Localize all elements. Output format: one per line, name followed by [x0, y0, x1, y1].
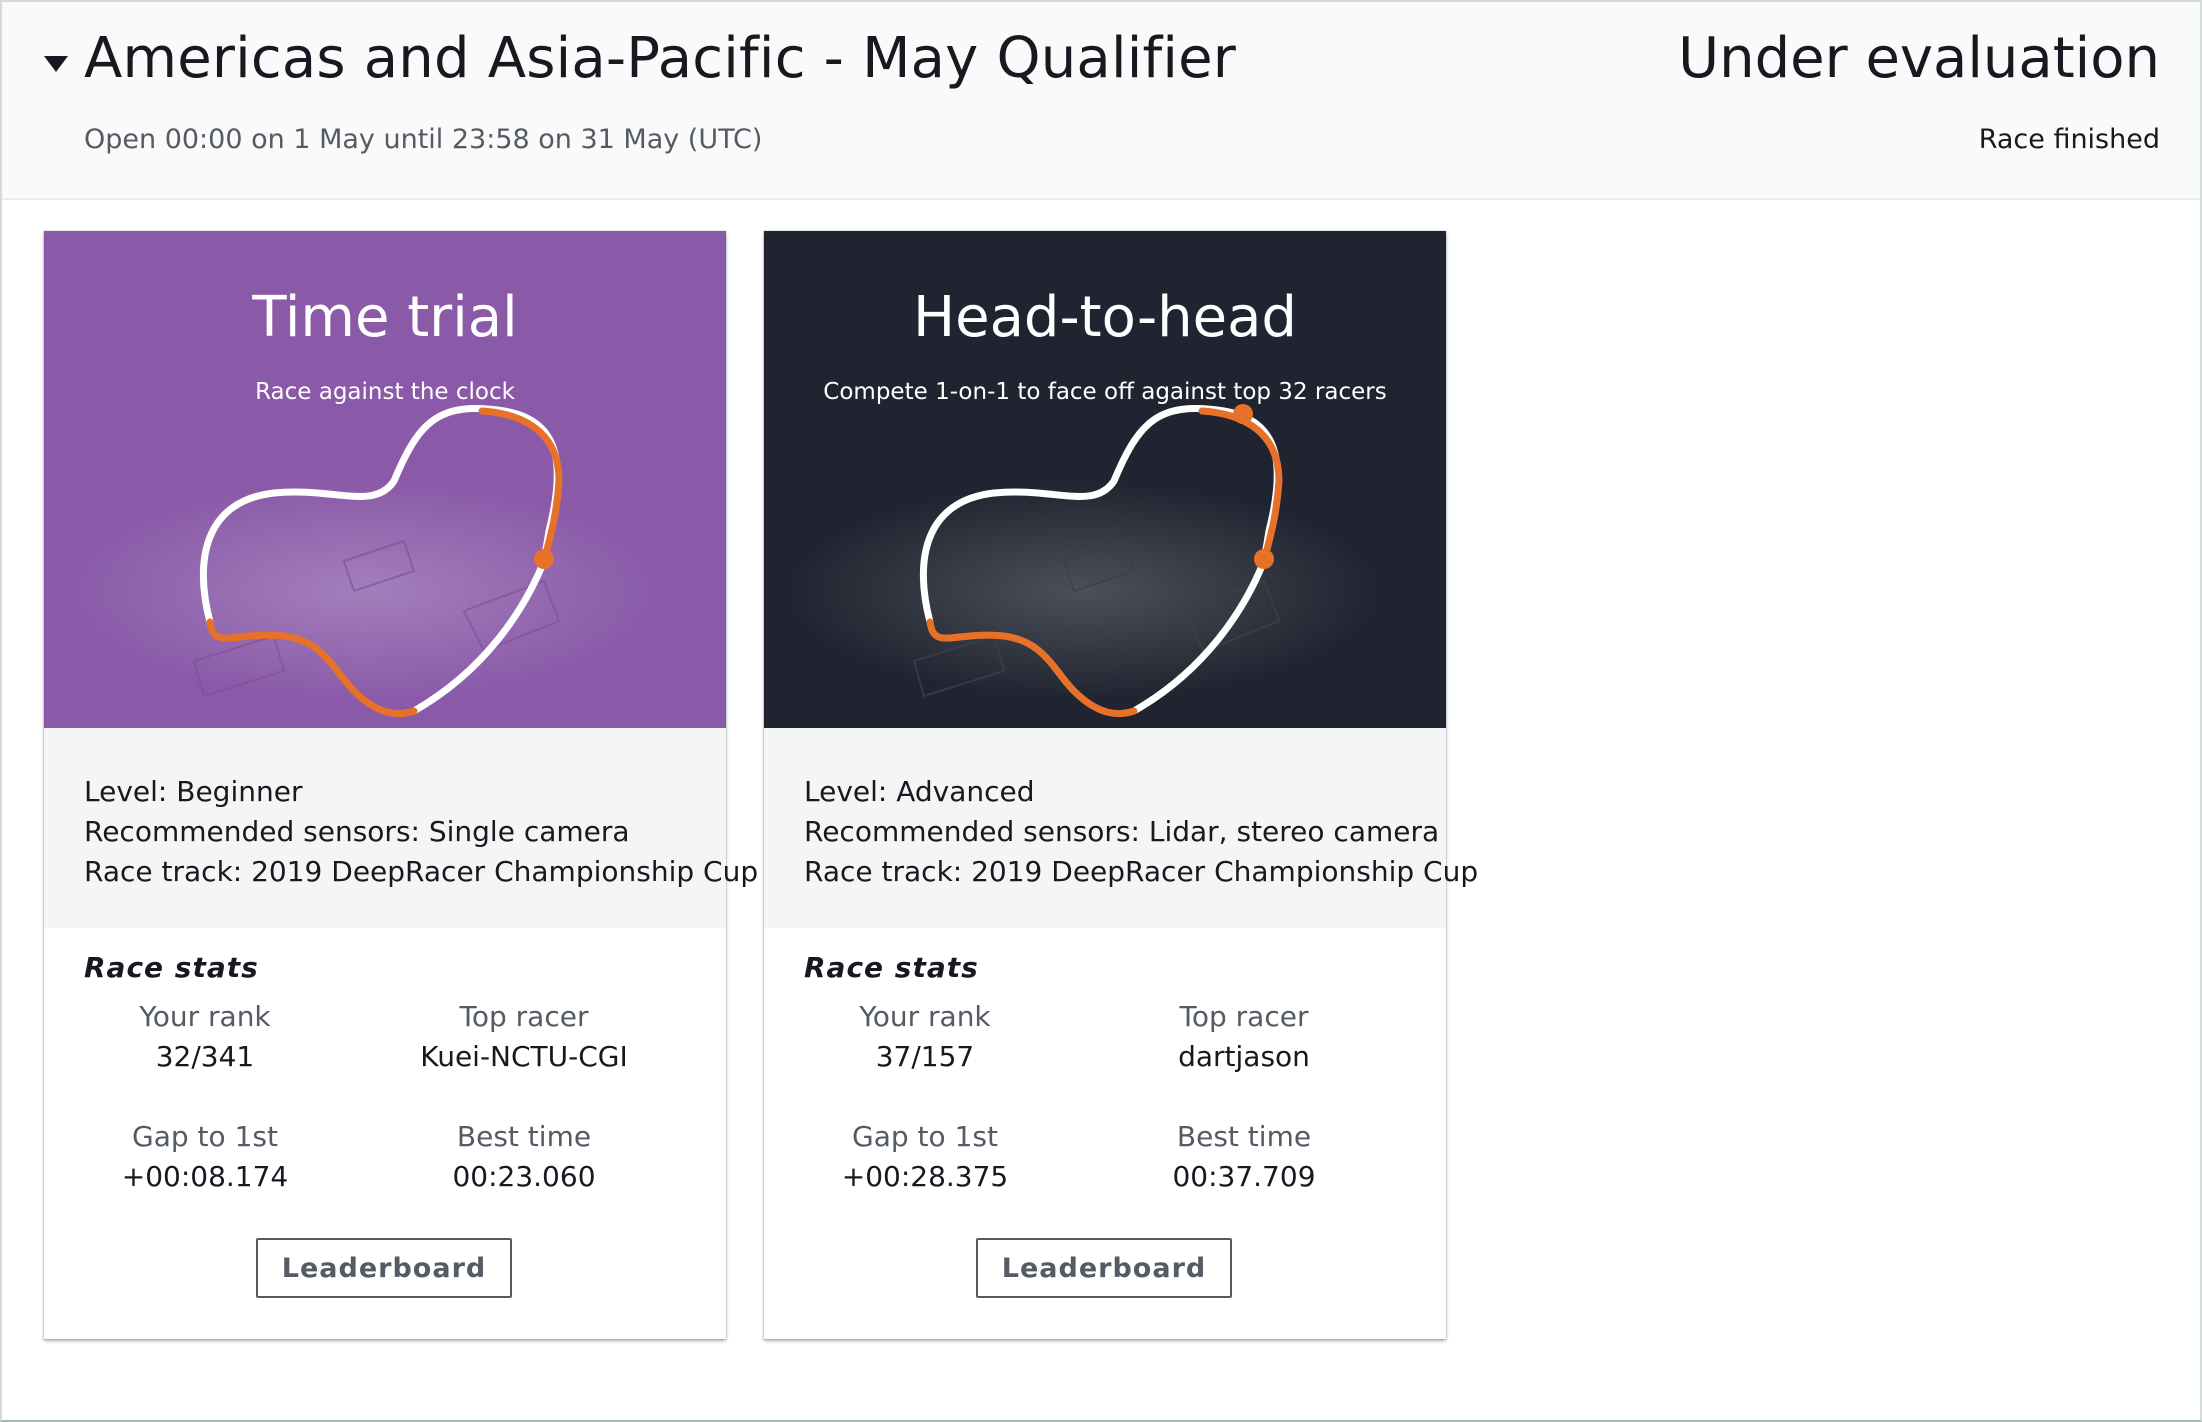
card-title: Head-to-head	[913, 285, 1297, 350]
stat-value: dartjason	[1178, 1040, 1310, 1073]
track-text: Race track: 2019 DeepRacer Championship …	[84, 855, 759, 888]
stat-label: Best time	[456, 1120, 592, 1153]
best-time-stat: Best time 00:23.060	[364, 1117, 684, 1197]
leaderboard-button[interactable]: Leaderboard	[256, 1238, 512, 1298]
stat-label: Your rank	[859, 1000, 991, 1033]
stat-value: 00:37.709	[1172, 1160, 1316, 1193]
head-to-head-hero: Head-to-head Compete 1-on-1 to face off …	[764, 231, 1446, 728]
stats-heading: Race stats	[84, 951, 259, 984]
stats-heading: Race stats	[804, 951, 979, 984]
top-racer-stat: Top racer Kuei-NCTU-CGI	[364, 997, 684, 1077]
your-rank-stat: Your rank 32/341	[45, 997, 365, 1077]
stat-label: Best time	[1176, 1120, 1312, 1153]
stat-value: Kuei-NCTU-CGI	[420, 1040, 628, 1073]
sensors-text: Recommended sensors: Single camera	[84, 815, 630, 848]
stat-label: Top racer	[459, 1000, 589, 1033]
stat-label: Gap to 1st	[852, 1120, 998, 1153]
time-trial-hero: Time trial Race against the clock	[44, 231, 726, 728]
gap-stat: Gap to 1st +00:28.375	[765, 1117, 1085, 1197]
head-to-head-card: Head-to-head Compete 1-on-1 to face off …	[764, 231, 1479, 1339]
race-header: Americas and Asia-Pacific - May Qualifie…	[2, 2, 2200, 200]
level-text: Level: Advanced	[804, 775, 1035, 808]
sensors-text: Recommended sensors: Lidar, stereo camer…	[804, 815, 1440, 848]
stat-label: Top racer	[1179, 1000, 1309, 1033]
stat-value: 32/341	[155, 1040, 255, 1073]
card-details: Level: Advanced Recommended sensors: Lid…	[764, 728, 1479, 928]
level-text: Level: Beginner	[84, 775, 303, 808]
stat-value: 37/157	[875, 1040, 975, 1073]
top-racer-stat: Top racer dartjason	[1084, 997, 1404, 1077]
card-subtitle: Race against the clock	[255, 379, 515, 405]
stat-value: +00:08.174	[121, 1160, 289, 1193]
stat-label: Gap to 1st	[132, 1120, 278, 1153]
stat-value: 00:23.060	[452, 1160, 596, 1193]
stat-value: +00:28.375	[841, 1160, 1009, 1193]
gap-stat: Gap to 1st +00:08.174	[45, 1117, 365, 1197]
card-subtitle: Compete 1-on-1 to face off against top 3…	[823, 379, 1387, 405]
time-trial-card: Time trial Race against the clock Level:…	[44, 231, 759, 1339]
track-text: Race track: 2019 DeepRacer Championship …	[804, 855, 1479, 888]
race-schedule: Open 00:00 on 1 May until 23:58 on 31 Ma…	[84, 124, 763, 155]
your-rank-stat: Your rank 37/157	[765, 997, 1085, 1077]
race-status-detail: Race finished	[1978, 124, 2160, 155]
best-time-stat: Best time 00:37.709	[1084, 1117, 1404, 1197]
card-title: Time trial	[252, 285, 518, 350]
race-title: Americas and Asia-Pacific - May Qualifie…	[84, 26, 1237, 91]
collapse-caret-icon[interactable]	[44, 56, 68, 72]
race-panel: Americas and Asia-Pacific - May Qualifie…	[0, 0, 2202, 1422]
card-details: Level: Beginner Recommended sensors: Sin…	[44, 728, 759, 928]
race-status: Under evaluation	[1678, 26, 2160, 91]
stat-label: Your rank	[139, 1000, 271, 1033]
leaderboard-button[interactable]: Leaderboard	[976, 1238, 1232, 1298]
